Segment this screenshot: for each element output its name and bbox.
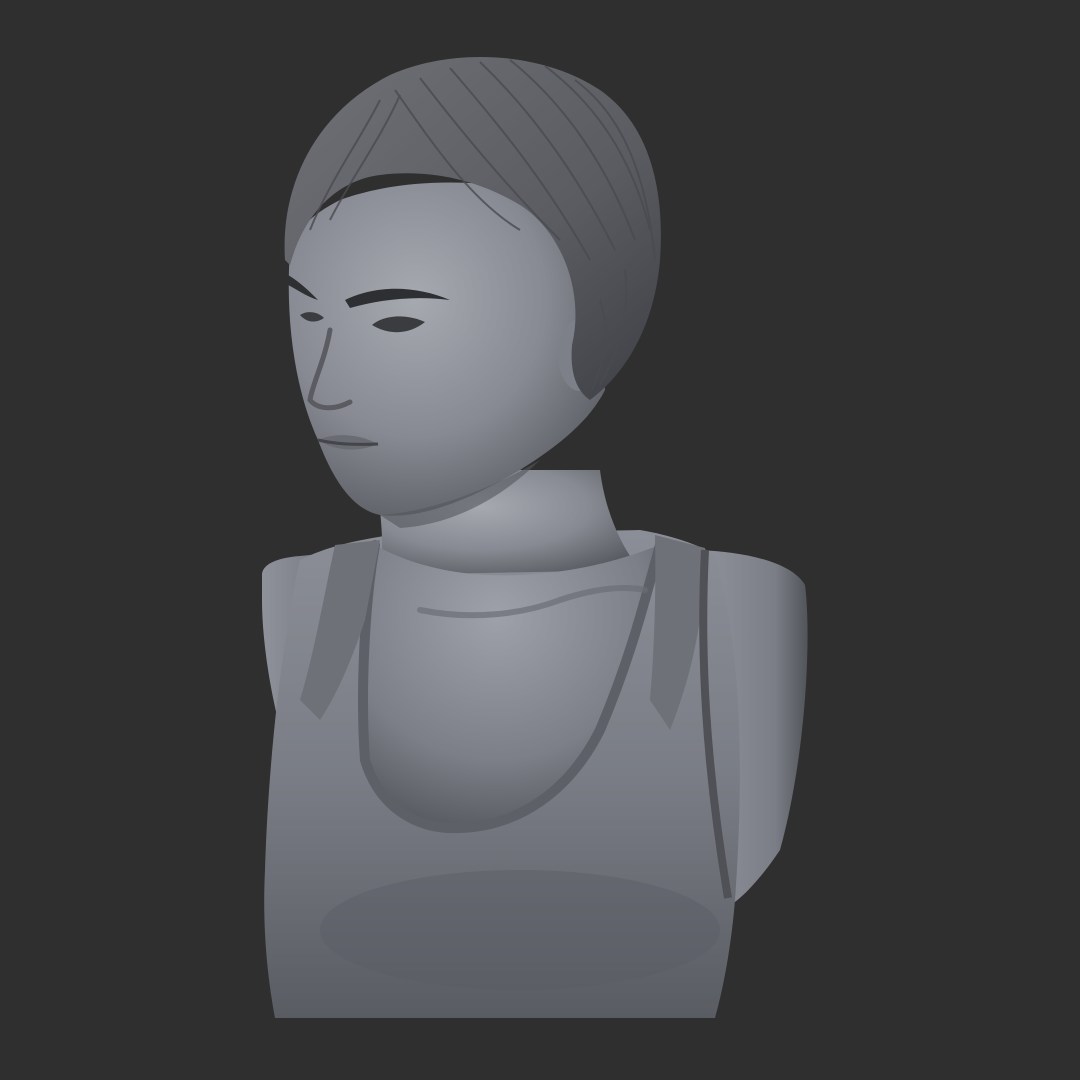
- bust-shadow: [320, 870, 720, 990]
- render-viewport: [0, 0, 1080, 1080]
- bust-render: [262, 56, 808, 1018]
